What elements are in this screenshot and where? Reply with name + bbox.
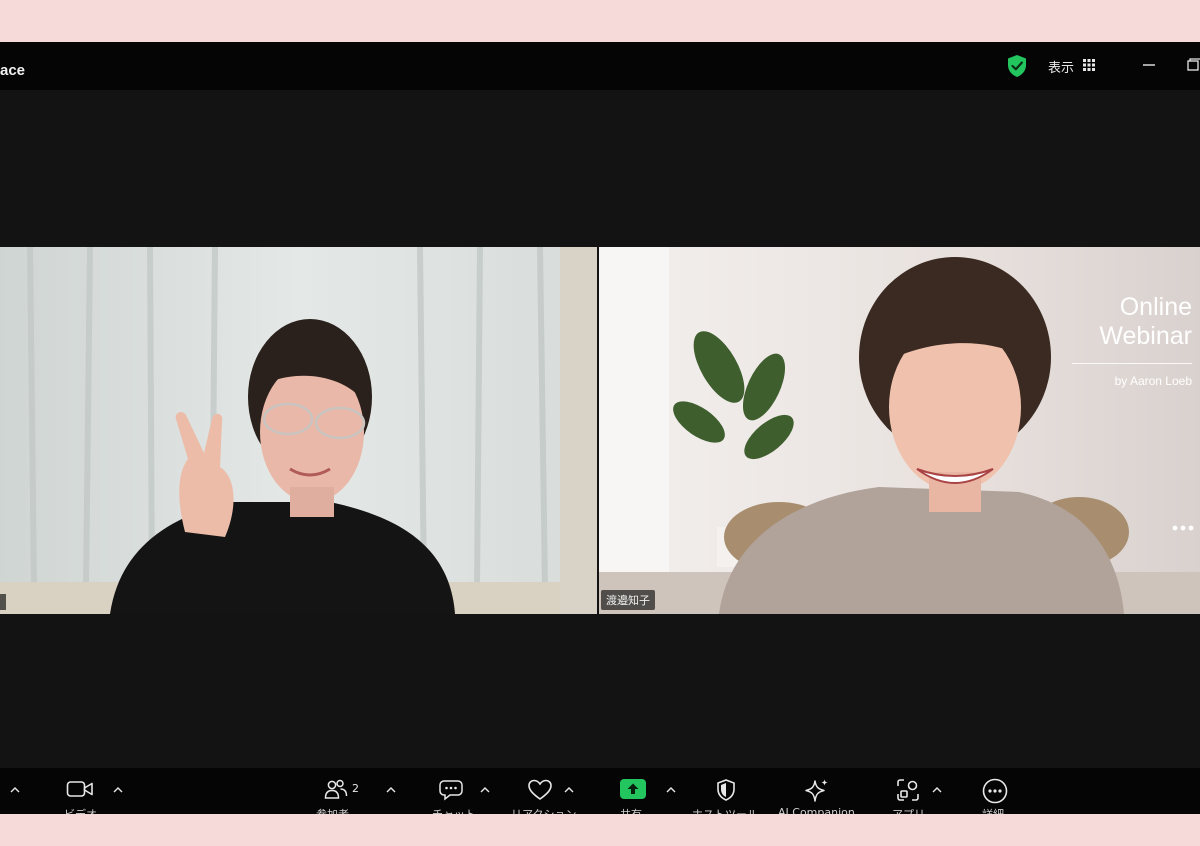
participants-options-chevron-icon[interactable] [386,786,396,794]
share-screen-button[interactable] [620,778,646,804]
participant-name-tag [0,594,6,610]
reactions-label: リアクション [511,806,576,814]
grid-icon[interactable] [1083,59,1095,71]
view-button[interactable]: 表示 [1048,57,1074,76]
more-button[interactable] [982,778,1008,808]
share-options-chevron-icon[interactable] [666,786,676,794]
maximize-icon[interactable] [1186,56,1200,74]
meeting-toolbar: ビデオ 2 参加者 チャット [0,768,1200,814]
participant-video-feed [0,247,597,614]
background-text-line2: Webinar [1099,322,1192,350]
participant-video-tile[interactable] [0,247,597,614]
host-tools-label: ホストツール [692,806,758,814]
window-title: ace [0,62,26,79]
minimize-icon[interactable] [1140,54,1158,76]
background-byline: by Aaron Loeb [1114,374,1192,388]
apps-options-chevron-icon[interactable] [932,786,942,794]
ai-companion-sparkle-icon [805,779,828,802]
chat-icon [439,780,463,801]
apps-icon [897,779,919,801]
reactions-heart-icon [528,779,552,800]
meeting-window: ace 表示 Online Webinar by Aaron Loeb 渡邉知子… [0,42,1200,814]
host-tools-shield-icon [717,779,735,801]
video-button[interactable] [66,778,94,804]
more-icon [982,778,1008,804]
background-divider [1072,363,1192,364]
virtual-background-text: Online Webinar by Aaron Loeb [1072,293,1192,388]
reactions-options-chevron-icon[interactable] [564,786,574,794]
participants-button[interactable] [324,778,348,804]
participants-label: 参加者 [316,806,349,814]
tile-more-icon[interactable] [1172,525,1194,531]
host-tools-button[interactable] [714,778,738,806]
chat-options-chevron-icon[interactable] [480,786,490,794]
participants-count-badge: 2 [352,782,359,795]
participants-icon [324,779,348,799]
reactions-button[interactable] [527,778,553,806]
background-text-line1: Online [1119,293,1192,321]
title-bar: ace 表示 [0,42,1200,90]
chat-label: チャット [432,806,476,814]
microphone-options-chevron-icon[interactable] [10,786,20,794]
apps-label: アプリ [892,806,925,814]
ai-companion-button[interactable] [804,778,830,808]
apps-button[interactable] [896,778,920,806]
participant-name-tag: 渡邉知子 [601,590,655,610]
share-screen-icon [620,779,646,799]
participant-video-tile[interactable]: Online Webinar by Aaron Loeb 渡邉知子 [599,247,1200,614]
ai-companion-label: AI Companion [778,806,855,814]
video-camera-icon [66,781,93,797]
video-label: ビデオ [64,806,97,814]
share-label: 共有 [620,806,642,814]
video-options-chevron-icon[interactable] [113,786,123,794]
more-label: 詳細 [982,806,1004,814]
shield-check-icon[interactable] [1006,54,1028,78]
chat-button[interactable] [438,778,464,806]
